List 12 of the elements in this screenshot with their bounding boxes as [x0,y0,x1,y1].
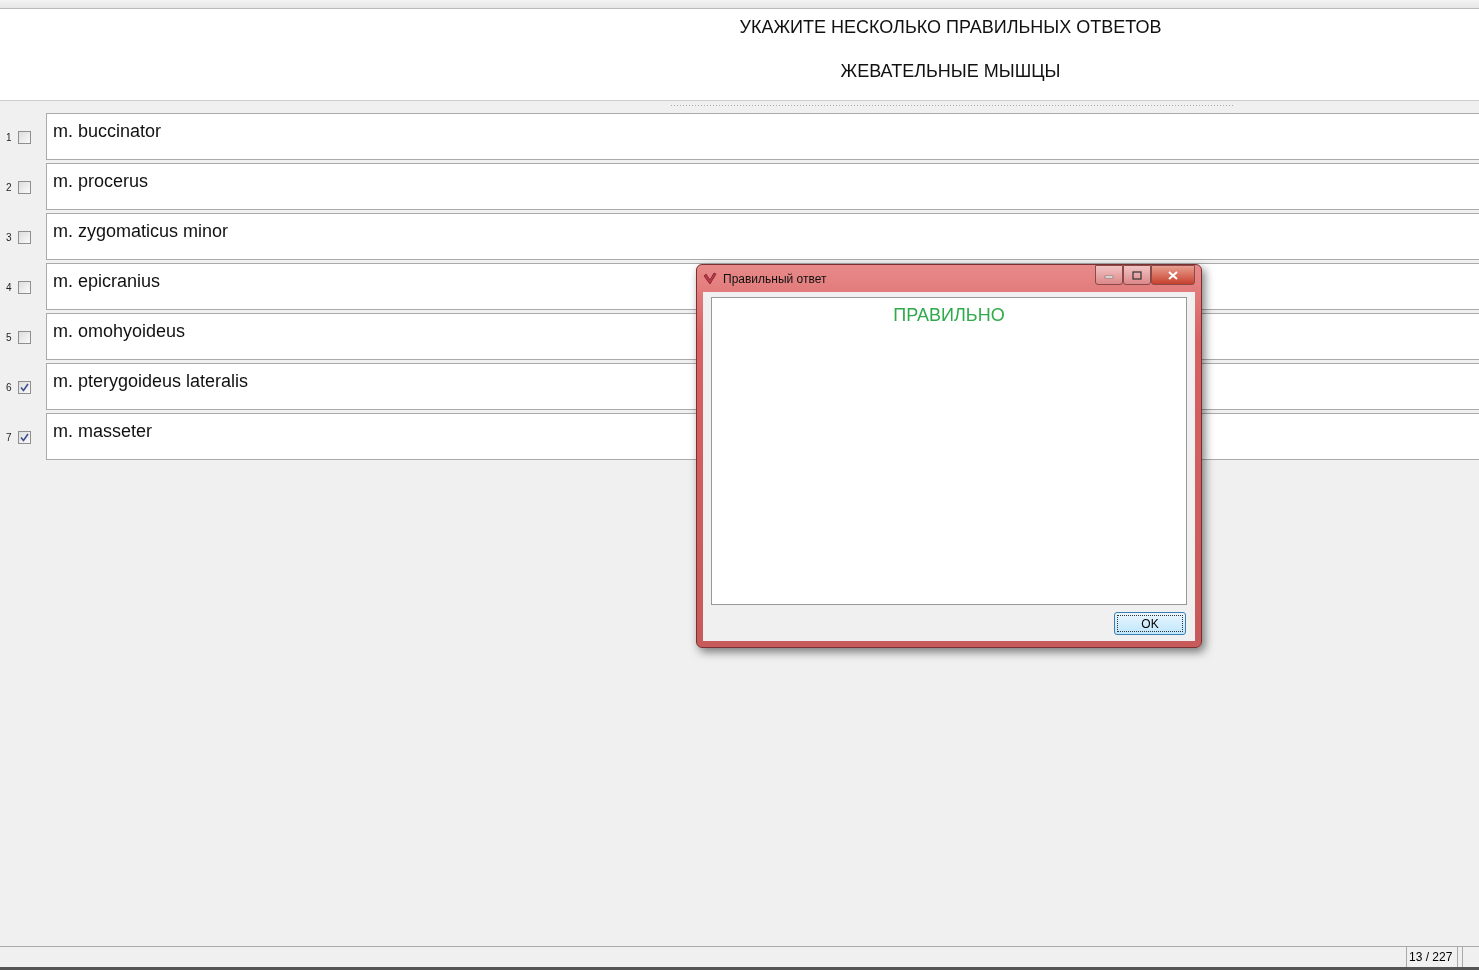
instruction-text: УКАЖИТЕ НЕСКОЛЬКО ПРАВИЛЬНЫХ ОТВЕТОВ [739,17,1162,37]
answer-number: 3 [5,231,13,243]
answer-number: 2 [5,181,13,193]
answer-number: 5 [5,331,13,343]
question-counter: 13 / 227 [1406,947,1458,967]
answer-number: 1 [5,131,13,143]
answer-number: 4 [5,281,13,293]
question-text: ЖЕВАТЕЛЬНЫЕ МЫШЦЫ [840,61,1061,81]
result-message: ПРАВИЛЬНО [893,305,1005,327]
dialog-title: Правильный ответ [723,271,827,286]
answer-number: 7 [5,431,13,443]
answer-number: 6 [5,381,13,393]
